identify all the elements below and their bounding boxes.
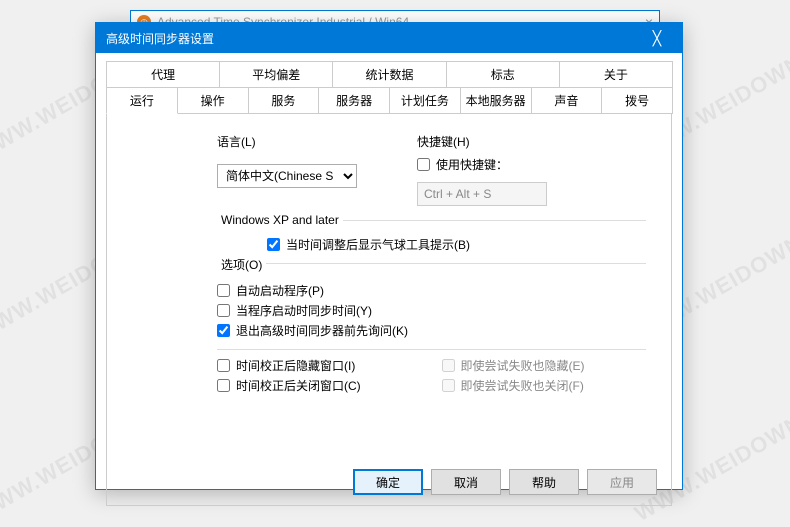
- apply-button: 应用: [587, 469, 657, 495]
- tab-server[interactable]: 服务器: [318, 87, 390, 114]
- use-hotkey-checkbox[interactable]: 使用快捷键：: [417, 156, 547, 173]
- balloon-text: 当时间调整后显示气球工具提示(B): [286, 236, 470, 253]
- tab-content-run: 语言(L) 简体中文(Chinese S 快捷键(H) 使用快捷键：: [107, 113, 671, 459]
- dialog-titlebar: 高级时间同步器设置 ╳: [96, 23, 682, 53]
- tab-operation[interactable]: 操作: [177, 87, 249, 114]
- tab-about[interactable]: 关于: [559, 61, 673, 87]
- ask-exit-input[interactable]: [217, 324, 230, 337]
- sync-on-start-input[interactable]: [217, 304, 230, 317]
- autostart-checkbox[interactable]: 自动启动程序(P): [217, 282, 646, 299]
- tab-sound[interactable]: 声音: [531, 87, 603, 114]
- tab-statistics[interactable]: 统计数据: [332, 61, 446, 87]
- ask-exit-checkbox[interactable]: 退出高级时间同步器前先询问(K): [217, 322, 646, 339]
- use-hotkey-text: 使用快捷键：: [436, 156, 508, 173]
- hide-even-fail-checkbox: 即使尝试失败也隐藏(E): [442, 357, 647, 374]
- hide-even-fail-input: [442, 359, 455, 372]
- tabs-row-2: 运行 操作 服务 服务器 计划任务 本地服务器 声音 拨号: [106, 87, 672, 114]
- hide-after-correct-input[interactable]: [217, 359, 230, 372]
- autostart-text: 自动启动程序(P): [236, 282, 324, 299]
- tabs-row-1: 代理 平均偏差 统计数据 标志 关于: [106, 61, 672, 87]
- use-hotkey-input[interactable]: [417, 158, 430, 171]
- close-even-fail-checkbox: 即使尝试失败也关闭(F): [442, 377, 647, 394]
- language-label: 语言(L): [217, 133, 377, 150]
- options-group-title: 选项(O): [217, 256, 266, 273]
- ok-button[interactable]: 确定: [353, 469, 423, 495]
- close-after-correct-checkbox[interactable]: 时间校正后关闭窗口(C): [217, 377, 422, 394]
- hide-even-fail-text: 即使尝试失败也隐藏(E): [461, 357, 585, 374]
- tab-local-server[interactable]: 本地服务器: [460, 87, 532, 114]
- close-icon[interactable]: ╳: [642, 30, 672, 47]
- dialog-buttons: 确定 取消 帮助 应用: [107, 459, 671, 505]
- xp-group-title: Windows XP and later: [217, 213, 343, 227]
- tab-schedule[interactable]: 计划任务: [389, 87, 461, 114]
- tab-run[interactable]: 运行: [106, 87, 178, 114]
- tab-service[interactable]: 服务: [248, 87, 320, 114]
- settings-dialog: 高级时间同步器设置 ╳ 代理 平均偏差 统计数据 标志 关于 运行 操作 服务 …: [95, 22, 683, 490]
- hotkey-field: [417, 182, 547, 206]
- tab-proxy[interactable]: 代理: [106, 61, 220, 87]
- help-button[interactable]: 帮助: [509, 469, 579, 495]
- close-after-correct-text: 时间校正后关闭窗口(C): [236, 377, 361, 394]
- close-after-correct-input[interactable]: [217, 379, 230, 392]
- close-even-fail-input: [442, 379, 455, 392]
- tab-dial[interactable]: 拨号: [601, 87, 673, 114]
- close-even-fail-text: 即使尝试失败也关闭(F): [461, 377, 584, 394]
- tab-flags[interactable]: 标志: [446, 61, 560, 87]
- hide-after-correct-text: 时间校正后隐藏窗口(I): [236, 357, 355, 374]
- dialog-title: 高级时间同步器设置: [106, 30, 214, 47]
- hotkey-label: 快捷键(H): [417, 133, 547, 150]
- tab-avg-deviation[interactable]: 平均偏差: [219, 61, 333, 87]
- hide-after-correct-checkbox[interactable]: 时间校正后隐藏窗口(I): [217, 357, 422, 374]
- cancel-button[interactable]: 取消: [431, 469, 501, 495]
- autostart-input[interactable]: [217, 284, 230, 297]
- sync-on-start-text: 当程序启动时同步时间(Y): [236, 302, 372, 319]
- language-select[interactable]: 简体中文(Chinese S: [217, 164, 357, 188]
- ask-exit-text: 退出高级时间同步器前先询问(K): [236, 322, 408, 339]
- balloon-input[interactable]: [267, 238, 280, 251]
- sync-on-start-checkbox[interactable]: 当程序启动时同步时间(Y): [217, 302, 646, 319]
- balloon-checkbox[interactable]: 当时间调整后显示气球工具提示(B): [267, 236, 646, 253]
